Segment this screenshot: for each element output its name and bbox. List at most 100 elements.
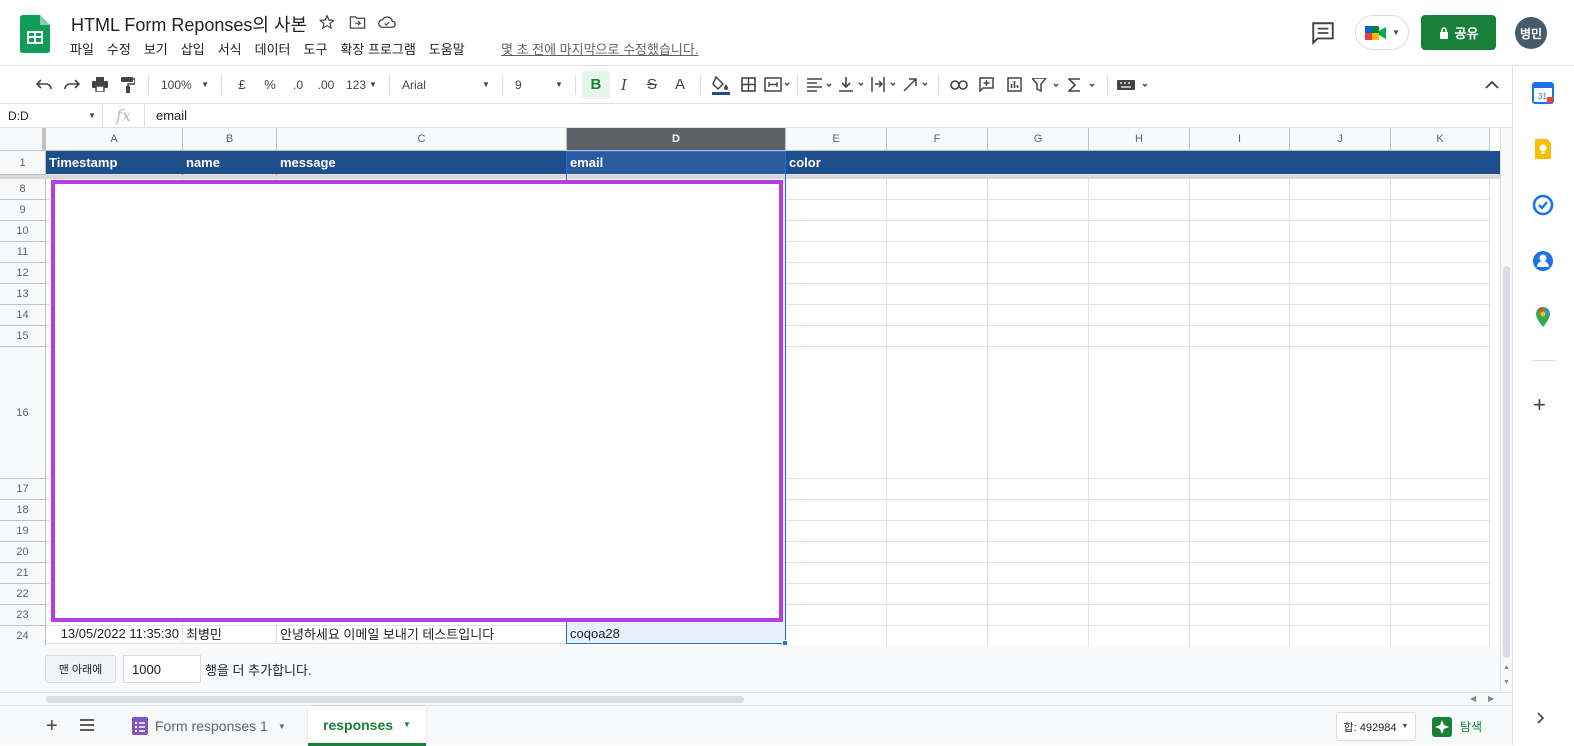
grid-cell[interactable]: [1290, 263, 1391, 284]
grid-cell[interactable]: [1290, 347, 1391, 479]
column-header-c[interactable]: C: [277, 128, 567, 151]
grid-cell[interactable]: [786, 347, 887, 479]
menu-data[interactable]: 데이터: [255, 39, 297, 58]
grid-cell[interactable]: [786, 563, 887, 584]
grid-cell[interactable]: [1089, 305, 1190, 326]
header-cell-color[interactable]: color: [786, 151, 1500, 175]
maps-icon[interactable]: [1532, 306, 1554, 328]
tasks-icon[interactable]: [1532, 194, 1554, 216]
grid-cell[interactable]: [1391, 347, 1490, 479]
paint-format-icon[interactable]: [114, 71, 142, 99]
cell-d24-email[interactable]: coqoa28: [567, 623, 786, 644]
grid-cell[interactable]: [887, 626, 988, 646]
grid-cell[interactable]: [1089, 563, 1190, 584]
grid-cell[interactable]: [887, 521, 988, 542]
column-header-b[interactable]: B: [183, 128, 277, 151]
menu-view[interactable]: 보기: [144, 39, 174, 58]
scroll-left-icon[interactable]: ◀: [1470, 694, 1476, 703]
add-icon[interactable]: +: [1533, 392, 1546, 418]
spreadsheet-grid[interactable]: A B C D E F G H I J K 1 Timestamp name m…: [0, 128, 1500, 646]
grid-cell[interactable]: [1089, 221, 1190, 242]
grid-cell[interactable]: [1290, 179, 1391, 200]
grid-cell[interactable]: [786, 221, 887, 242]
redo-icon[interactable]: [58, 71, 86, 99]
sheet-tab-form-responses[interactable]: Form responses 1 ▼: [117, 706, 301, 746]
sum-display[interactable]: 합: 492984 ▼: [1336, 712, 1416, 741]
grid-cell[interactable]: [988, 242, 1089, 263]
row-header-1[interactable]: 1: [0, 151, 46, 175]
vertical-scrollbar[interactable]: ▲ ▼: [1500, 128, 1512, 692]
grid-cell[interactable]: [1290, 521, 1391, 542]
grid-cell[interactable]: [1190, 326, 1290, 347]
all-sheets-icon[interactable]: [79, 717, 95, 733]
grid-cell[interactable]: [887, 179, 988, 200]
grid-cell[interactable]: [1290, 542, 1391, 563]
insert-link-icon[interactable]: [945, 71, 973, 99]
merge-cells-icon[interactable]: [763, 71, 791, 99]
grid-cell[interactable]: [1190, 584, 1290, 605]
input-tools-icon[interactable]: [1114, 71, 1154, 99]
row-header-24[interactable]: 24: [0, 626, 46, 646]
grid-cell[interactable]: [786, 263, 887, 284]
row-header-23[interactable]: 23: [0, 605, 46, 626]
text-rotation-icon[interactable]: [900, 71, 932, 99]
document-title[interactable]: HTML Form Reponses의 사본: [71, 11, 307, 37]
grid-cell[interactable]: [1089, 479, 1190, 500]
grid-cell[interactable]: [988, 179, 1089, 200]
contacts-icon[interactable]: [1532, 250, 1554, 272]
grid-cell[interactable]: [1290, 584, 1391, 605]
grid-cell[interactable]: [1391, 563, 1490, 584]
filter-icon[interactable]: [1029, 71, 1065, 99]
add-rows-count-input[interactable]: 1000: [123, 655, 201, 683]
column-header-a[interactable]: A: [46, 128, 183, 151]
grid-cell[interactable]: [1089, 626, 1190, 646]
header-cell-name[interactable]: name: [183, 151, 277, 175]
fill-color-icon[interactable]: [707, 71, 735, 99]
add-sheet-icon[interactable]: +: [46, 715, 58, 738]
grid-cell[interactable]: [1391, 179, 1490, 200]
grid-cell[interactable]: [1190, 500, 1290, 521]
grid-cell[interactable]: [988, 584, 1089, 605]
meet-button[interactable]: ▼: [1355, 15, 1409, 50]
grid-cell[interactable]: [786, 542, 887, 563]
grid-cell[interactable]: [887, 347, 988, 479]
star-icon[interactable]: [318, 13, 336, 31]
chevron-right-icon[interactable]: [1537, 712, 1545, 724]
menu-edit[interactable]: 수정: [107, 39, 137, 58]
grid-cell[interactable]: [1190, 521, 1290, 542]
grid-cell[interactable]: [1290, 479, 1391, 500]
insert-comment-icon[interactable]: [973, 71, 1001, 99]
grid-cell[interactable]: [786, 479, 887, 500]
grid-cell[interactable]: [1391, 221, 1490, 242]
row-header-20[interactable]: 20: [0, 542, 46, 563]
horizontal-scrollbar[interactable]: ◀ ▶: [0, 692, 1512, 705]
percent-format-button[interactable]: %: [256, 71, 284, 99]
font-size-select[interactable]: 9 ▼: [509, 71, 569, 99]
grid-cell[interactable]: [988, 500, 1089, 521]
grid-cell[interactable]: [786, 242, 887, 263]
grid-cell[interactable]: [1089, 584, 1190, 605]
grid-cell[interactable]: [1391, 242, 1490, 263]
italic-button[interactable]: I: [610, 71, 638, 99]
grid-cell[interactable]: [1391, 584, 1490, 605]
header-cell-email[interactable]: email: [567, 151, 786, 175]
add-rows-button[interactable]: 맨 아래에: [45, 655, 116, 683]
more-formats-select[interactable]: 123 ▼: [340, 71, 383, 99]
row-header-18[interactable]: 18: [0, 500, 46, 521]
grid-cell[interactable]: [1290, 200, 1391, 221]
currency-format-button[interactable]: £: [228, 71, 256, 99]
grid-cell[interactable]: [887, 542, 988, 563]
grid-cell[interactable]: [887, 284, 988, 305]
font-select[interactable]: Arial ▼: [396, 71, 496, 99]
grid-cell[interactable]: [1089, 200, 1190, 221]
sheets-logo-icon[interactable]: [20, 15, 50, 53]
row-header-22[interactable]: 22: [0, 584, 46, 605]
column-header-i[interactable]: I: [1190, 128, 1290, 151]
column-header-f[interactable]: F: [887, 128, 988, 151]
grid-cell[interactable]: [1190, 242, 1290, 263]
horizontal-align-icon[interactable]: [804, 71, 836, 99]
grid-cell[interactable]: [1391, 263, 1490, 284]
move-folder-icon[interactable]: [348, 13, 366, 31]
grid-cell[interactable]: [1391, 200, 1490, 221]
select-all-corner[interactable]: [0, 128, 46, 151]
